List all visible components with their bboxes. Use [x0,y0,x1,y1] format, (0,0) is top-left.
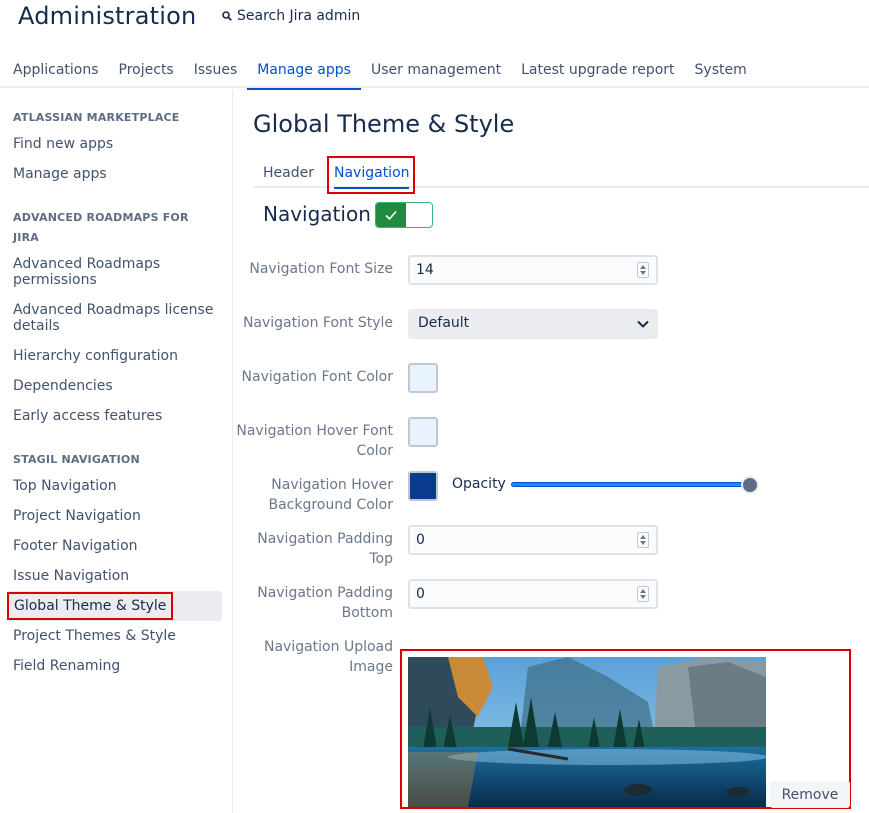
sidebar-item-advanced-roadmaps-license[interactable]: Advanced Roadmaps license details [7,302,222,334]
font-color-label: Navigation Font Color [241,369,393,385]
font-style-select[interactable]: Default [408,309,658,339]
padding-bottom-stepper[interactable] [637,586,649,602]
font-size-label: Navigation Font Size [249,261,393,277]
check-icon [385,210,397,221]
tab-applications[interactable]: Applications [0,52,109,88]
tab-header[interactable]: Header [263,165,314,181]
landscape-image [408,657,766,807]
page-header-title: Administration [18,2,197,30]
sidebar-heading-advanced-roadmaps: ADVANCED ROADMAPS FOR JIRA [13,211,189,244]
hover-bg-color-swatch[interactable] [408,471,438,501]
font-color-swatch[interactable] [408,363,438,393]
hover-font-color-swatch[interactable] [408,417,438,447]
search-icon [222,11,232,21]
tab-navigation[interactable]: Navigation [334,165,410,181]
padding-top-value: 0 [416,532,425,548]
sidebar-item-field-renaming[interactable]: Field Renaming [7,658,222,674]
sidebar-item-label: Global Theme & Style [6,592,174,620]
remove-image-button[interactable]: Remove [770,781,850,808]
uploaded-navigation-image [408,657,766,807]
sidebar-item-hierarchy-configuration[interactable]: Hierarchy configuration [7,348,222,364]
sidebar-item-global-theme-style[interactable]: Global Theme & Style [6,591,222,621]
search-label: Search Jira admin [237,8,361,24]
admin-top-nav: Applications Projects Issues Manage apps… [0,52,869,90]
padding-bottom-input[interactable]: 0 [408,579,658,609]
toggle-on-state [376,203,406,227]
font-size-stepper[interactable] [637,262,649,278]
section-title: Navigation [263,202,371,226]
sidebar-item-issue-navigation[interactable]: Issue Navigation [7,568,222,584]
tab-projects[interactable]: Projects [109,52,184,88]
sidebar-item-dependencies[interactable]: Dependencies [7,378,222,394]
page-title: Global Theme & Style [253,110,515,138]
sidebar-item-top-navigation[interactable]: Top Navigation [7,478,222,494]
sidebar-heading-marketplace: ATLASSIAN MARKETPLACE [13,111,180,124]
font-style-value: Default [418,315,470,331]
chevron-down-icon [637,320,649,328]
search-jira-admin[interactable]: Search Jira admin [222,8,360,24]
tab-manage-apps[interactable]: Manage apps [247,52,361,90]
opacity-slider-track[interactable] [511,482,751,487]
settings-subtabs: Header Navigation [253,156,869,194]
tab-system[interactable]: System [685,52,757,88]
font-style-label: Navigation Font Style [242,315,393,331]
navigation-enabled-toggle[interactable] [375,202,433,228]
hover-font-color-label: Navigation Hover Font Color [236,423,393,459]
tab-issues[interactable]: Issues [184,52,248,88]
opacity-label: Opacity [452,476,506,492]
sidebar-item-project-navigation[interactable]: Project Navigation [7,508,222,524]
active-tab-indicator [334,187,409,189]
sidebar-item-project-themes-style[interactable]: Project Themes & Style [7,628,222,644]
sidebar-item-find-new-apps[interactable]: Find new apps [7,136,222,152]
padding-top-input[interactable]: 0 [408,525,658,555]
sidebar-item-advanced-roadmaps-permissions[interactable]: Advanced Roadmaps permissions [7,256,222,288]
sidebar-item-manage-apps[interactable]: Manage apps [7,166,222,182]
upload-image-label: Navigation Upload Image [263,639,393,675]
padding-bottom-label: Navigation Padding Bottom [257,585,393,621]
opacity-slider-handle[interactable] [741,476,759,494]
font-size-input[interactable]: 14 [408,255,658,285]
hover-bg-color-label: Navigation Hover Background Color [268,477,393,513]
tab-latest-upgrade-report[interactable]: Latest upgrade report [511,52,684,88]
sidebar-item-footer-navigation[interactable]: Footer Navigation [7,538,222,554]
padding-top-stepper[interactable] [637,532,649,548]
sidebar: ATLASSIAN MARKETPLACE Find new apps Mana… [0,90,233,813]
font-size-value: 14 [416,262,434,278]
padding-bottom-value: 0 [416,586,425,602]
padding-top-label: Navigation Padding Top [257,531,393,567]
sidebar-item-early-access-features[interactable]: Early access features [7,408,222,424]
tab-user-management[interactable]: User management [361,52,511,88]
sidebar-heading-stagil-navigation: STAGIL NAVIGATION [13,453,140,466]
